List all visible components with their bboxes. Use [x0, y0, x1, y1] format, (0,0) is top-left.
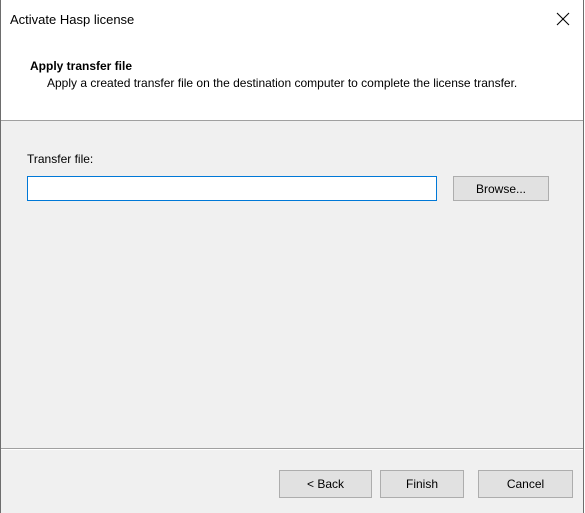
- browse-button[interactable]: Browse...: [453, 176, 549, 201]
- transfer-file-label: Transfer file:: [27, 152, 94, 166]
- wizard-header: Apply transfer file Apply a created tran…: [1, 38, 583, 121]
- close-icon: [556, 12, 570, 26]
- transfer-file-input[interactable]: [27, 176, 437, 201]
- cancel-button[interactable]: Cancel: [478, 470, 573, 498]
- page-description: Apply a created transfer file on the des…: [47, 76, 518, 90]
- back-button[interactable]: < Back: [279, 470, 372, 498]
- page-title: Apply transfer file: [30, 59, 133, 73]
- wizard-body: Transfer file: Browse...: [1, 121, 583, 441]
- dialog-window: Activate Hasp license Apply transfer fil…: [0, 0, 584, 513]
- close-button[interactable]: [543, 0, 583, 38]
- finish-button[interactable]: Finish: [380, 470, 464, 498]
- window-title: Activate Hasp license: [10, 12, 135, 27]
- title-bar: Activate Hasp license: [1, 0, 583, 38]
- wizard-footer: < Back Finish Cancel: [1, 450, 583, 513]
